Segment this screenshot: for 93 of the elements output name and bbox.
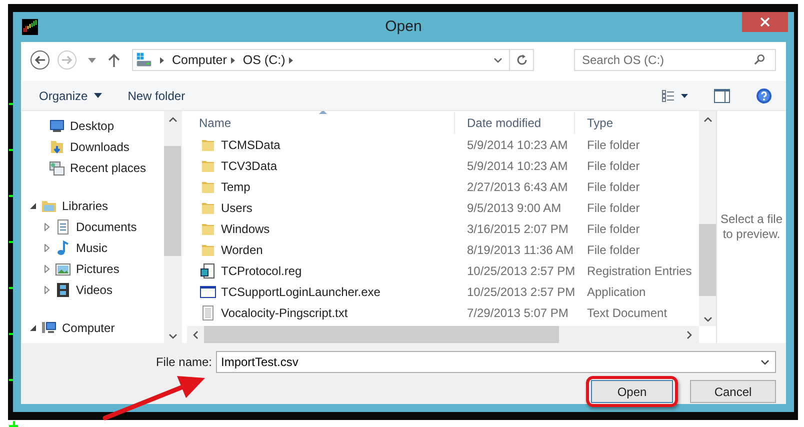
scroll-down-icon[interactable]: [168, 334, 176, 339]
type-cell-text: Text Document: [586, 306, 668, 320]
file-name[interactable]: TCSupportLoginLauncher.exe: [221, 284, 380, 298]
preview-message: Select a file to preview.: [720, 212, 784, 242]
type-cell-text: File folder: [586, 138, 641, 152]
date-cell-text: 3/16/2015 2:07 PM: [466, 222, 570, 236]
file-name[interactable]: Users: [221, 200, 252, 214]
scrollbar[interactable]: [164, 111, 181, 343]
nav-item[interactable]: Downloads: [70, 140, 130, 154]
app-logo-icon: [22, 19, 38, 35]
nav-item[interactable]: Computer: [62, 320, 115, 334]
expand-triangle-icon[interactable]: [43, 222, 51, 230]
nav-item[interactable]: Libraries: [62, 198, 108, 212]
scroll-up-icon[interactable]: [704, 117, 712, 122]
type-cell-text: File folder: [586, 242, 641, 256]
application-window-icon: [200, 284, 216, 300]
registry-file-icon: [200, 262, 216, 278]
file-name[interactable]: Worden: [221, 242, 263, 256]
folder-download-icon: [49, 138, 65, 154]
new-folder-button[interactable]: New folder: [128, 88, 186, 102]
film-icon: [55, 282, 71, 298]
type-cell-text: File folder: [586, 222, 641, 236]
scrollbar[interactable]: [699, 111, 716, 326]
column-header[interactable]: Name: [187, 112, 455, 134]
file-name[interactable]: TCV3Data: [221, 158, 278, 172]
file-name[interactable]: Temp: [221, 180, 250, 194]
preview-pane-button[interactable]: [714, 88, 730, 102]
breadcrumb[interactable]: Computer: [172, 53, 227, 67]
file-name-field[interactable]: ImportTest.csv: [216, 351, 776, 373]
dropdown-chevron-icon[interactable]: [494, 58, 502, 62]
picture-icon: [55, 260, 71, 276]
help-button[interactable]: [756, 88, 772, 104]
file-name[interactable]: Vocalocity-Pingscript.txt: [221, 306, 348, 320]
nav-item[interactable]: Recent places: [70, 160, 146, 174]
breadcrumb-arrow-icon[interactable]: [230, 56, 235, 64]
nav-item[interactable]: Desktop: [70, 118, 114, 132]
document-icon: [55, 218, 71, 234]
scroll-up-icon[interactable]: [168, 117, 176, 122]
music-note-icon: [55, 240, 71, 256]
type-cell-text: File folder: [586, 180, 641, 194]
search-icon: [754, 54, 765, 65]
search-field[interactable]: Search OS (C:): [574, 49, 776, 71]
file-name[interactable]: Windows: [221, 222, 270, 236]
view-options-button[interactable]: [662, 90, 688, 102]
column-header[interactable]: Type: [575, 112, 699, 134]
breadcrumb-arrow-icon[interactable]: [289, 56, 294, 64]
date-cell-text: 7/29/2013 5:07 PM: [466, 306, 570, 320]
dropdown-chevron-icon[interactable]: [761, 360, 769, 365]
back-button[interactable]: [30, 50, 50, 70]
breadcrumb-arrow-icon[interactable]: [160, 56, 164, 64]
breadcrumb[interactable]: OS (C:): [242, 53, 286, 67]
drive-icon: [136, 52, 152, 68]
cancel-button[interactable]: Cancel: [690, 380, 776, 403]
date-cell-text: 2/27/2013 6:43 AM: [466, 180, 569, 194]
date-cell-text: 9/5/2013 9:00 AM: [466, 200, 562, 214]
refresh-icon: [516, 54, 528, 66]
scroll-left-icon[interactable]: [193, 330, 198, 338]
file-name[interactable]: TCProtocol.reg: [221, 264, 302, 278]
close-icon: [760, 17, 770, 27]
date-cell-text: 10/25/2013 2:57 PM: [466, 284, 575, 298]
type-cell-text: Registration Entries: [586, 264, 693, 278]
scroll-right-icon[interactable]: [687, 330, 692, 338]
recent-places-icon: [49, 160, 65, 176]
horizontal-scrollbar[interactable]: [187, 326, 699, 343]
address-bar[interactable]: Computer OS (C:): [132, 49, 534, 71]
nav-item[interactable]: Music: [76, 240, 108, 254]
file-name[interactable]: TCMSData: [221, 138, 280, 152]
date-cell-text: 5/9/2014 10:23 AM: [466, 138, 569, 152]
close-button[interactable]: [742, 12, 788, 32]
date-cell-text: 8/19/2013 11:36 AM: [466, 242, 575, 256]
file-name-label: File name:: [156, 355, 212, 369]
column-header[interactable]: Date modified: [455, 112, 575, 134]
expand-triangle-icon[interactable]: [43, 264, 51, 272]
text-file-icon: [200, 304, 216, 320]
monitor-icon: [49, 118, 65, 134]
caret-icon: [94, 93, 102, 98]
organize-menu-button[interactable]: Organize: [39, 88, 102, 102]
expand-triangle-icon[interactable]: [43, 286, 51, 294]
computer-icon: [41, 320, 57, 336]
type-cell-text: Application: [586, 284, 647, 298]
window-title: Open: [384, 18, 423, 35]
date-cell-text: 10/25/2013 2:57 PM: [466, 264, 575, 278]
nav-item[interactable]: Videos: [76, 282, 112, 296]
nav-item[interactable]: Documents: [76, 220, 137, 234]
type-cell-text: File folder: [586, 200, 641, 214]
collapse-triangle-icon[interactable]: [29, 324, 37, 332]
open-button[interactable]: Open: [591, 380, 673, 403]
date-cell-text: 5/9/2014 10:23 AM: [466, 158, 569, 172]
nav-item[interactable]: Pictures: [76, 262, 120, 276]
collapse-triangle-icon[interactable]: [29, 202, 37, 210]
expand-triangle-icon[interactable]: [43, 244, 51, 252]
scroll-down-icon[interactable]: [704, 317, 712, 322]
type-cell-text: File folder: [586, 158, 641, 172]
